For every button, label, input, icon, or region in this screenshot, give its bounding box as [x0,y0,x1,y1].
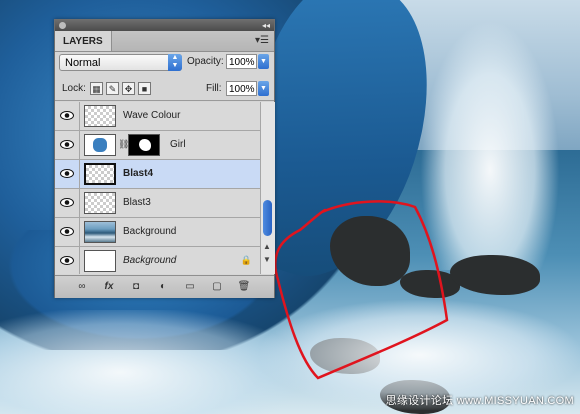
layer-name: Background [123,226,177,237]
layers-panel: ◂◂ LAYERS ▾☰ Normal ▲ ▼ Opacity: 100% ▼ L… [54,19,275,298]
panel-title-strip[interactable]: ◂◂ [55,20,274,31]
adjustment-icon[interactable]: ◐ [156,280,170,293]
layer-row[interactable]: ⛓ Girl [55,131,260,160]
layer-thumbnail [84,221,116,243]
opacity-dropdown-icon[interactable]: ▼ [258,54,269,69]
collapse-icon[interactable]: ◂◂ [262,20,270,31]
scroll-down-icon[interactable]: ▼ [263,255,271,264]
layer-row[interactable]: Wave Colour [55,102,260,131]
visibility-eye-icon[interactable] [55,102,80,130]
fill-label: Fill: [206,83,222,94]
layer-name: Girl [170,139,186,150]
blend-mode-select[interactable]: Normal ▲ ▼ [59,54,182,71]
trash-icon[interactable]: 🗑 [237,280,251,293]
layer-thumbnail [84,250,116,272]
layer-mask-thumbnail[interactable] [128,134,160,156]
panel-menu-icon[interactable]: ▾☰ [255,34,269,48]
mask-icon[interactable]: ◘ [129,280,143,293]
watermark: 思缘设计论坛 www.MISSYUAN.COM [385,395,574,407]
lock-position-icon[interactable]: ✥ [122,82,135,95]
layer-row[interactable]: Background 🔒 [55,247,260,274]
close-icon[interactable] [59,22,66,29]
layer-row[interactable]: Background [55,218,260,247]
tab-layers[interactable]: LAYERS [55,31,112,51]
layer-row-selected[interactable]: Blast4 [55,160,260,189]
layer-thumbnail [84,134,116,156]
new-layer-icon[interactable]: ▢ [210,280,224,293]
scrollbar-thumb[interactable] [263,200,272,236]
layer-thumbnail [84,163,116,185]
group-folder-icon[interactable]: ▭ [183,280,197,293]
visibility-eye-icon[interactable] [55,131,80,159]
layers-list: Wave Colour ⛓ Girl Blast4 Blast3 Backgro… [55,102,260,274]
opacity-input[interactable]: 100% [226,54,257,69]
layer-thumbnail [84,105,116,127]
visibility-eye-icon[interactable] [55,160,80,188]
lock-image-icon[interactable]: ✎ [106,82,119,95]
layers-scrollbar[interactable]: ▲ ▼ [260,102,275,274]
lock-label: Lock: [62,83,86,94]
scroll-up-icon[interactable]: ▲ [263,242,271,251]
layer-name: Wave Colour [123,110,181,121]
lock-transparent-icon[interactable]: ▦ [90,82,103,95]
layer-name: Blast4 [123,168,154,179]
visibility-eye-icon[interactable] [55,218,80,246]
layers-toolbar: ∞ fx ◘ ◐ ▭ ▢ 🗑 [55,275,274,298]
blend-opacity-row: Normal ▲ ▼ Opacity: 100% ▼ [55,53,274,73]
opacity-label: Opacity: [187,56,224,67]
lock-fill-row: Lock: ▦ ✎ ✥ ■ Fill: 100% ▼ [55,78,274,101]
fill-dropdown-icon[interactable]: ▼ [258,81,269,96]
layer-name: Blast3 [123,197,151,208]
lock-icon: 🔒 [240,255,252,265]
wave-splash-right [420,20,560,270]
layer-name: Background [123,255,177,266]
blend-mode-value: Normal [65,57,101,69]
visibility-eye-icon[interactable] [55,247,80,274]
lock-all-icon[interactable]: ■ [138,82,151,95]
link-layers-icon[interactable]: ∞ [75,280,89,293]
fx-icon[interactable]: fx [102,280,116,293]
layer-row[interactable]: Blast3 [55,189,260,218]
chevron-updown-icon: ▲ ▼ [168,54,182,71]
layer-thumbnail [84,192,116,214]
foreground-foam [0,310,300,414]
fill-input[interactable]: 100% [226,81,257,96]
panel-tabbar: LAYERS ▾☰ [55,31,274,52]
visibility-eye-icon[interactable] [55,189,80,217]
